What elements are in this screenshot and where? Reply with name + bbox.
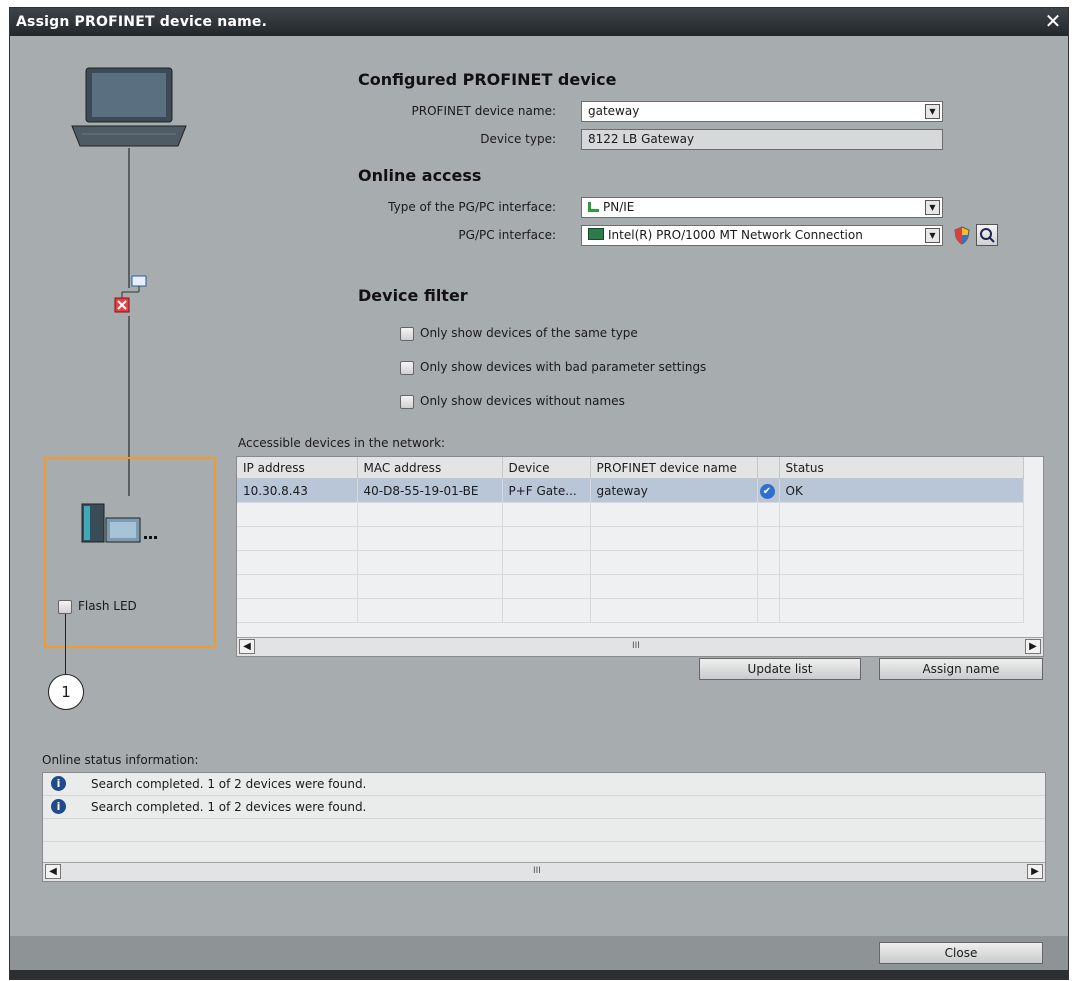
close-button[interactable]: Close (879, 942, 1043, 964)
status-message: Search completed. 1 of 2 devices were fo… (91, 777, 367, 791)
table-row (237, 574, 1024, 599)
iface-value: Intel(R) PRO/1000 MT Network Connection (608, 228, 863, 242)
status-hscrollbar[interactable]: ◀ III ▶ (43, 862, 1045, 881)
iface-type-value: PN/IE (603, 200, 635, 214)
cell-mac[interactable]: 40-D8-55-19-01-BE (357, 478, 503, 503)
search-device-button[interactable] (976, 224, 998, 246)
scroll-thumb[interactable]: III (632, 641, 640, 651)
flash-led-checkbox[interactable]: Flash LED (58, 599, 137, 614)
callout-line (65, 614, 66, 678)
scroll-left-icon[interactable]: ◀ (45, 864, 61, 879)
filter-bad-params-label: Only show devices with bad parameter set… (420, 360, 707, 374)
status-row: i Search completed. 1 of 2 devices were … (43, 796, 1045, 819)
table-row (237, 526, 1024, 551)
col-profinet-name[interactable]: PROFINET device name (590, 457, 758, 479)
chevron-down-icon[interactable]: ▼ (925, 104, 940, 119)
network-line-top (128, 148, 130, 288)
filter-no-names-label: Only show devices without names (420, 394, 625, 408)
col-device[interactable]: Device (502, 457, 591, 479)
device-type-field: 8122 LB Gateway (581, 129, 943, 150)
check-icon: ✔ (759, 483, 775, 499)
table-row (237, 598, 1024, 623)
filter-same-type[interactable]: Only show devices of the same type (400, 326, 638, 341)
iface-dropdown[interactable]: Intel(R) PRO/1000 MT Network Connection … (581, 225, 943, 246)
dialog-footer: Close (10, 936, 1068, 970)
col-indicator[interactable] (757, 457, 780, 479)
table-row (237, 550, 1024, 575)
title-bar[interactable]: Assign PROFINET device name. ✕ (10, 8, 1068, 36)
table-row (237, 502, 1024, 527)
device-name-value: gateway (588, 104, 640, 118)
device-filter-heading: Device filter (358, 286, 468, 305)
table-row[interactable]: 10.30.8.43 40-D8-55-19-01-BE P+F Gate...… (237, 478, 1024, 503)
iface-type-label: Type of the PG/PC interface: (388, 200, 556, 214)
filter-bad-params[interactable]: Only show devices with bad parameter set… (400, 360, 706, 375)
dialog-content: Flash LED 1 Configured PROFINET device P… (10, 36, 1068, 936)
device-icon (81, 503, 157, 543)
status-caption: Online status information: (42, 753, 199, 767)
network-card-icon (588, 228, 604, 240)
flash-led-check-box[interactable] (58, 599, 72, 614)
scroll-right-icon[interactable]: ▶ (1027, 864, 1043, 879)
filter-bad-params-checkbox[interactable] (400, 360, 414, 375)
filter-no-names-checkbox[interactable] (400, 394, 414, 409)
cell-ip[interactable]: 10.30.8.43 (237, 478, 358, 503)
devices-hscrollbar[interactable]: ◀ III ▶ (237, 637, 1043, 656)
status-log: i Search completed. 1 of 2 devices were … (42, 772, 1046, 882)
flash-led-label: Flash LED (78, 599, 137, 613)
pg-pc-laptop-icon (71, 67, 187, 147)
cell-indicator: ✔ (757, 478, 780, 503)
scroll-right-icon[interactable]: ▶ (1025, 639, 1041, 654)
info-icon: i (51, 799, 66, 814)
device-name-dropdown[interactable]: gateway ▼ (581, 101, 943, 122)
chevron-down-icon[interactable]: ▼ (925, 200, 940, 215)
status-row: i Search completed. 1 of 2 devices were … (43, 773, 1045, 796)
scroll-thumb[interactable]: III (533, 866, 541, 876)
scroll-left-icon[interactable]: ◀ (239, 639, 255, 654)
iface-label: PG/PC interface: (458, 228, 556, 242)
assign-name-button[interactable]: Assign name (879, 658, 1043, 680)
update-list-button[interactable]: Update list (699, 658, 861, 680)
table-header: IP address MAC address Device PROFINET d… (237, 457, 1024, 479)
callout-marker: 1 (48, 674, 84, 710)
status-message: Search completed. 1 of 2 devices were fo… (91, 800, 367, 814)
device-type-label: Device type: (480, 132, 556, 146)
online-access-heading: Online access (358, 166, 482, 185)
iface-type-dropdown[interactable]: PN/IE ▼ (581, 197, 943, 218)
status-row (43, 819, 1045, 842)
shield-icon[interactable] (952, 225, 972, 246)
network-error-icon (114, 275, 147, 313)
col-ip[interactable]: IP address (237, 457, 358, 479)
filter-same-type-checkbox[interactable] (400, 326, 414, 341)
chevron-down-icon[interactable]: ▼ (925, 228, 940, 243)
dialog-title: Assign PROFINET device name. (16, 14, 268, 30)
configured-device-heading: Configured PROFINET device (358, 70, 617, 89)
window-bottom-edge (10, 970, 1068, 979)
close-icon[interactable]: ✕ (1042, 10, 1064, 32)
dialog-window: Assign PROFINET device name. ✕ Flash LED… (9, 7, 1069, 980)
search-icon (980, 228, 995, 243)
col-status[interactable]: Status (779, 457, 1024, 479)
network-icon (588, 202, 599, 212)
devices-caption: Accessible devices in the network: (238, 436, 446, 450)
device-highlight-box (44, 457, 216, 648)
info-icon: i (51, 776, 66, 791)
device-name-label: PROFINET device name: (411, 104, 556, 118)
cell-status[interactable]: OK (779, 478, 1024, 503)
cell-profinet-name[interactable]: gateway (590, 478, 758, 503)
devices-table: IP address MAC address Device PROFINET d… (236, 456, 1044, 657)
filter-no-names[interactable]: Only show devices without names (400, 394, 625, 409)
filter-same-type-label: Only show devices of the same type (420, 326, 638, 340)
cell-device[interactable]: P+F Gate... (502, 478, 591, 503)
col-mac[interactable]: MAC address (357, 457, 503, 479)
